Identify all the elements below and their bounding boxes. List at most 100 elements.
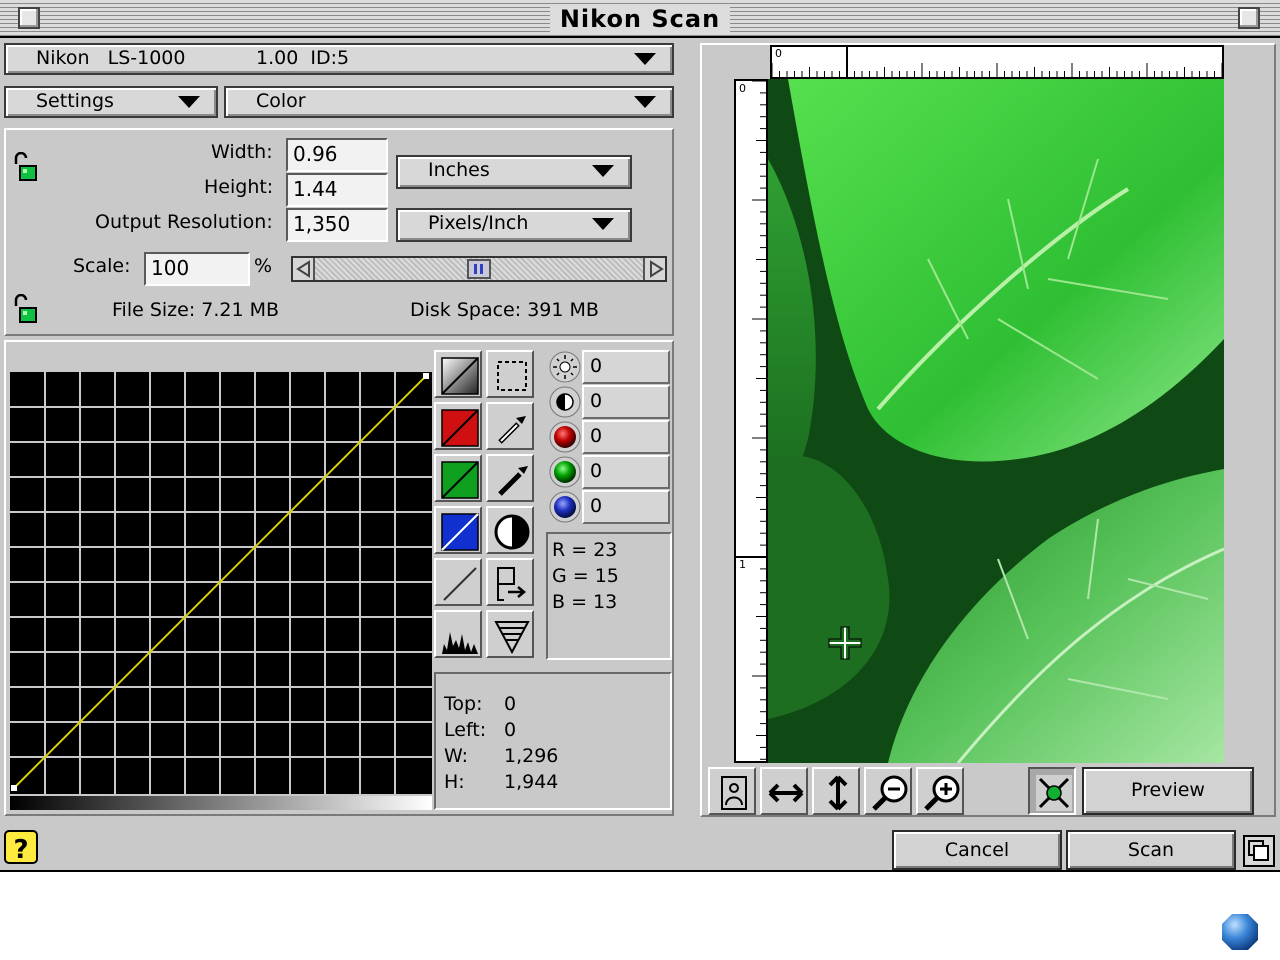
contrast-icon[interactable] xyxy=(486,506,534,554)
brightness-field[interactable]: 0 xyxy=(582,350,670,384)
slider-thumb[interactable] xyxy=(467,259,491,279)
green-value: G = 15 xyxy=(552,565,619,587)
window-title: Nikon Scan xyxy=(550,4,730,34)
height-px-label: H: xyxy=(444,771,465,793)
vertical-ruler: 0 1 xyxy=(734,79,768,763)
units-label: Inches xyxy=(428,159,490,181)
color-mode-label: Color xyxy=(256,90,306,112)
green-balance-row[interactable]: 0 xyxy=(548,455,672,489)
preview-image[interactable] xyxy=(768,79,1224,763)
settings-label: Settings xyxy=(36,90,114,112)
height-field[interactable]: 1.44 xyxy=(286,173,388,207)
height-px-value: 1,944 xyxy=(504,771,559,793)
unlock-icon[interactable] xyxy=(12,152,40,182)
rgb-readout: R = 23 G = 15 B = 13 xyxy=(546,532,672,660)
window-collapse-icon[interactable] xyxy=(1242,834,1276,870)
blue-ball-icon xyxy=(549,491,581,523)
curve-start-point[interactable] xyxy=(11,785,17,791)
black-eyedropper-icon[interactable] xyxy=(486,454,534,502)
left-label: Left: xyxy=(444,719,487,741)
marquee-select-icon[interactable] xyxy=(486,350,534,398)
units-menu[interactable]: Inches xyxy=(396,155,632,189)
master-curve-tool[interactable] xyxy=(434,350,482,398)
file-size: File Size: 7.21 MB xyxy=(112,299,280,321)
resolution-units-label: Pixels/Inch xyxy=(428,212,529,234)
chevron-down-icon xyxy=(592,218,614,230)
resolution-label: Output Resolution: xyxy=(95,211,273,233)
flip-vertical-icon[interactable] xyxy=(812,767,860,815)
zoom-in-icon[interactable] xyxy=(916,767,964,815)
width-px-value: 1,296 xyxy=(504,745,559,767)
scanner-model: Nikon LS-1000 xyxy=(36,47,186,69)
title-bar[interactable]: Nikon Scan xyxy=(0,0,1280,38)
selection-info: Top: 0 Left: 0 W: 1,296 H: 1,944 xyxy=(434,672,672,810)
blue-value: B = 13 xyxy=(552,591,618,613)
red-ball-icon xyxy=(549,421,581,453)
histogram-icon[interactable] xyxy=(434,610,482,658)
green-curve-tool[interactable] xyxy=(434,454,482,502)
top-label: Top: xyxy=(444,693,483,715)
gradient-bar xyxy=(10,796,432,810)
chevron-down-icon xyxy=(592,165,614,177)
ruler-mark-label: 1 xyxy=(739,558,746,571)
unlock-icon[interactable] xyxy=(12,294,40,324)
red-curve-tool[interactable] xyxy=(434,402,482,450)
height-label: Height: xyxy=(204,176,274,198)
blue-field[interactable]: 0 xyxy=(582,490,670,524)
help-icon[interactable]: ? xyxy=(4,830,38,866)
scanner-version: 1.00 ID:5 xyxy=(256,47,350,69)
percent-label: % xyxy=(254,255,273,277)
blue-curve-tool[interactable] xyxy=(434,506,482,554)
close-box-icon[interactable] xyxy=(18,7,40,29)
contrast-adjust-icon xyxy=(549,386,581,418)
settings-menu[interactable]: Settings xyxy=(4,86,218,118)
width-label: Width: xyxy=(211,141,273,163)
zoom-box-icon[interactable] xyxy=(1238,7,1260,29)
slider-right-arrow-icon[interactable] xyxy=(643,258,665,280)
red-balance-row[interactable]: 0 xyxy=(548,420,672,454)
linear-curve-tool[interactable] xyxy=(434,558,482,606)
save-curve-icon[interactable] xyxy=(486,558,534,606)
left-value: 0 xyxy=(504,719,517,741)
zoom-out-icon[interactable] xyxy=(864,767,912,815)
green-field[interactable]: 0 xyxy=(582,455,670,489)
dimensions-panel: Width: 0.96 Height: 1.44 Output Resoluti… xyxy=(4,128,674,336)
horizontal-ruler: 0 xyxy=(770,45,1224,79)
brightness-icon xyxy=(549,351,581,383)
svg-text:?: ? xyxy=(13,835,28,865)
portrait-crop-icon[interactable] xyxy=(708,767,756,815)
chevron-down-icon xyxy=(634,96,656,108)
slider-left-arrow-icon[interactable] xyxy=(293,258,315,280)
width-px-label: W: xyxy=(444,745,469,767)
blue-balance-row[interactable]: 0 xyxy=(548,490,672,524)
chevron-down-icon xyxy=(634,53,656,65)
scale-field[interactable]: 100 xyxy=(144,252,250,286)
white-eyedropper-icon[interactable] xyxy=(486,402,534,450)
chevron-down-icon xyxy=(178,96,200,108)
scanner-select[interactable]: Nikon LS-1000 1.00 ID:5 xyxy=(4,43,674,75)
curve-end-point[interactable] xyxy=(423,373,429,379)
scanner-window: Nikon Scan Nikon LS-1000 1.00 ID:5 Setti… xyxy=(0,0,1280,872)
ruler-origin-label: 0 xyxy=(775,47,782,60)
cancel-button[interactable]: Cancel xyxy=(892,830,1062,870)
contrast-row[interactable]: 0 xyxy=(548,385,672,419)
flip-horizontal-icon[interactable] xyxy=(760,767,808,815)
curves-panel: 0 0 0 0 0 R = 23 G = 15 B = 13 Top: 0 Le xyxy=(4,340,674,816)
auto-contrast-icon[interactable] xyxy=(486,610,534,658)
top-value: 0 xyxy=(504,693,517,715)
auto-focus-icon[interactable] xyxy=(1028,767,1076,815)
red-field[interactable]: 0 xyxy=(582,420,670,454)
tone-curve-graph[interactable] xyxy=(10,372,432,794)
scan-button[interactable]: Scan xyxy=(1066,830,1236,870)
brightness-row[interactable]: 0 xyxy=(548,350,672,384)
preview-button[interactable]: Preview xyxy=(1082,767,1254,815)
scale-slider[interactable] xyxy=(291,256,667,282)
preview-panel: 0 0 1 Preview xyxy=(700,43,1276,817)
color-mode-menu[interactable]: Color xyxy=(224,86,674,118)
scale-label: Scale: xyxy=(73,255,131,277)
width-field[interactable]: 0.96 xyxy=(286,138,388,172)
resolution-units-menu[interactable]: Pixels/Inch xyxy=(396,208,632,242)
resolution-field[interactable]: 1,350 xyxy=(286,208,388,242)
contrast-field[interactable]: 0 xyxy=(582,385,670,419)
ruler-origin-v-label: 0 xyxy=(739,82,746,95)
